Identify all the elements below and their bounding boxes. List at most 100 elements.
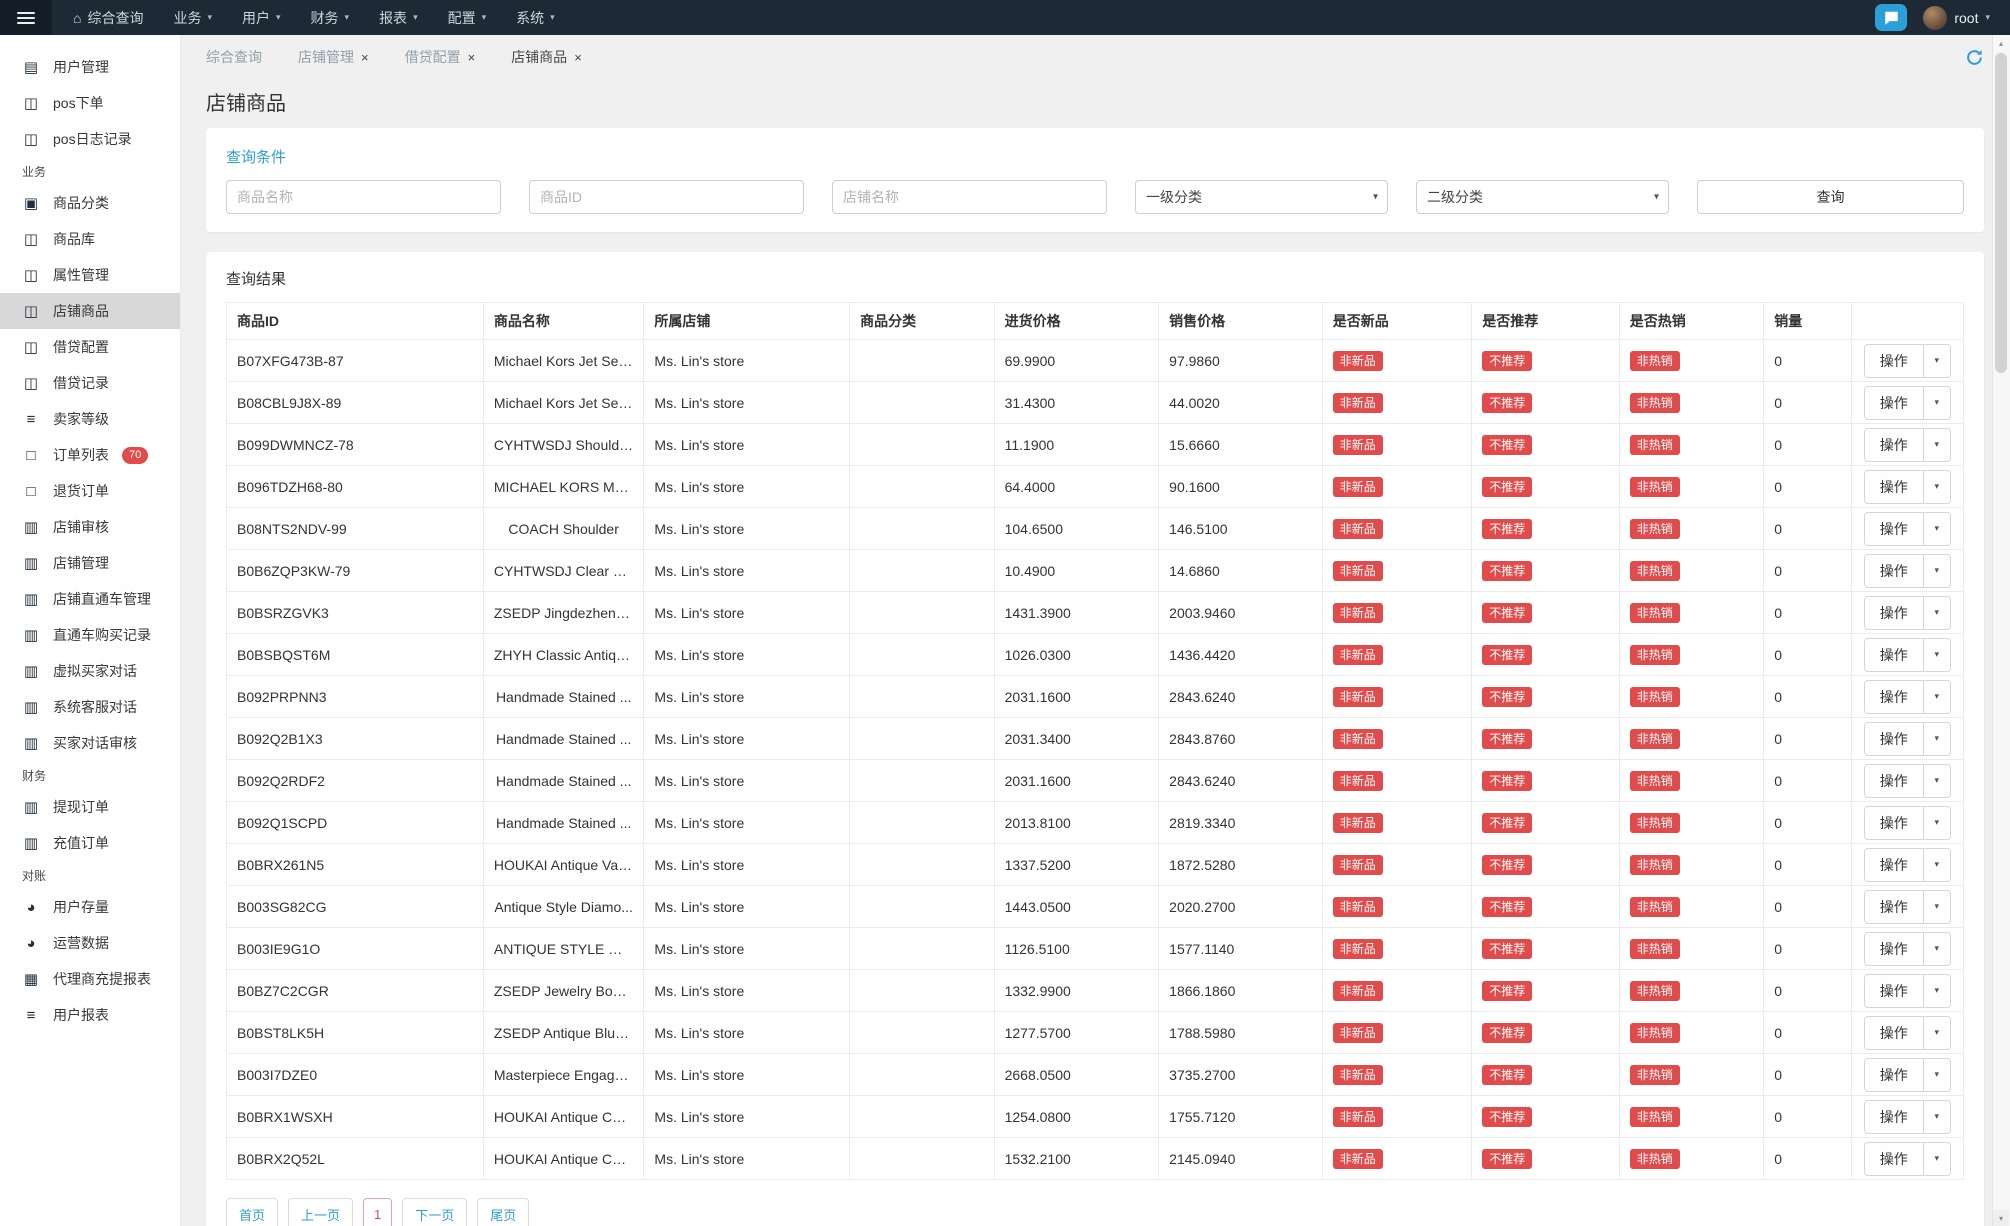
action-button[interactable]: 操作▾: [1864, 806, 1951, 840]
action-dropdown-toggle[interactable]: ▾: [1923, 765, 1950, 797]
category-level1-select-control[interactable]: 一级分类: [1135, 180, 1388, 214]
tab-loan-config[interactable]: 借贷配置×: [405, 47, 476, 67]
sidebar-item-virtual-buyer-chat[interactable]: ▥虚拟买家对话: [0, 653, 180, 689]
action-button[interactable]: 操作▾: [1864, 512, 1951, 546]
sidebar-toggle-button[interactable]: [0, 0, 52, 35]
action-button[interactable]: 操作▾: [1864, 890, 1951, 924]
query-button[interactable]: 查询: [1697, 180, 1964, 214]
nav-item-config[interactable]: 配置▾: [433, 0, 502, 35]
pagination-next[interactable]: 下一页: [402, 1198, 467, 1226]
action-dropdown-toggle[interactable]: ▾: [1923, 387, 1950, 419]
sidebar-item-attribute-management[interactable]: ◫属性管理: [0, 257, 180, 293]
action-button[interactable]: 操作▾: [1864, 932, 1951, 966]
action-button[interactable]: 操作▾: [1864, 1100, 1951, 1134]
sidebar-item-shop-train-management[interactable]: ▥店铺直通车管理: [0, 581, 180, 617]
user-menu[interactable]: root ▾: [1923, 6, 1990, 30]
action-button[interactable]: 操作▾: [1864, 1142, 1951, 1176]
action-button[interactable]: 操作▾: [1864, 386, 1951, 420]
sidebar-item-shop-review[interactable]: ▥店铺审核: [0, 509, 180, 545]
action-dropdown-toggle[interactable]: ▾: [1923, 933, 1950, 965]
nav-item-users[interactable]: 用户▾: [227, 0, 296, 35]
category-level2-select[interactable]: 二级分类▾: [1416, 180, 1669, 214]
sidebar-item-shop-management[interactable]: ▥店铺管理: [0, 545, 180, 581]
action-dropdown-toggle[interactable]: ▾: [1923, 513, 1950, 545]
sidebar-item-agent-report[interactable]: ▦代理商充提报表: [0, 961, 180, 997]
close-icon[interactable]: ×: [574, 51, 582, 64]
nav-item-reports[interactable]: 报表▾: [364, 0, 433, 35]
nav-item-business[interactable]: 业务▾: [158, 0, 227, 35]
sidebar-item-pos-order[interactable]: ◫pos下单: [0, 85, 180, 121]
product-id-input[interactable]: [529, 180, 804, 214]
sidebar-item-system-service-chat[interactable]: ▥系统客服对话: [0, 689, 180, 725]
action-dropdown-toggle[interactable]: ▾: [1923, 1101, 1950, 1133]
sidebar-item-loan-record[interactable]: ◫借贷记录: [0, 365, 180, 401]
sidebar-item-operation-data[interactable]: ◕运营数据: [0, 925, 180, 961]
action-button[interactable]: 操作▾: [1864, 428, 1951, 462]
action-dropdown-toggle[interactable]: ▾: [1923, 345, 1950, 377]
action-dropdown-toggle[interactable]: ▾: [1923, 1017, 1950, 1049]
pagination-prev[interactable]: 上一页: [288, 1198, 353, 1226]
sidebar-item-recharge-order[interactable]: ▥充值订单: [0, 825, 180, 861]
sidebar-item-pos-log[interactable]: ◫pos日志记录: [0, 121, 180, 157]
sidebar-item-user-report[interactable]: ≡用户报表: [0, 997, 180, 1033]
action-button[interactable]: 操作▾: [1864, 1058, 1951, 1092]
sidebar-item-loan-config[interactable]: ◫借贷配置: [0, 329, 180, 365]
sidebar-item-user-stock[interactable]: ◕用户存量: [0, 889, 180, 925]
action-button[interactable]: 操作▾: [1864, 470, 1951, 504]
category-level1-select[interactable]: 一级分类▾: [1135, 180, 1388, 214]
refresh-button[interactable]: [1965, 48, 1984, 67]
action-dropdown-toggle[interactable]: ▾: [1923, 807, 1950, 839]
action-button[interactable]: 操作▾: [1864, 638, 1951, 672]
sidebar-item-return-order[interactable]: □退货订单: [0, 473, 180, 509]
action-dropdown-toggle[interactable]: ▾: [1923, 1143, 1950, 1175]
action-dropdown-toggle[interactable]: ▾: [1923, 681, 1950, 713]
action-button[interactable]: 操作▾: [1864, 764, 1951, 798]
action-dropdown-toggle[interactable]: ▾: [1923, 639, 1950, 671]
messages-button[interactable]: [1875, 4, 1907, 31]
tab-shop-management[interactable]: 店铺管理×: [298, 47, 369, 67]
action-dropdown-toggle[interactable]: ▾: [1923, 597, 1950, 629]
action-button[interactable]: 操作▾: [1864, 596, 1951, 630]
store-name-input[interactable]: [832, 180, 1107, 214]
sidebar-item-withdraw-order[interactable]: ▥提现订单: [0, 789, 180, 825]
action-dropdown-toggle[interactable]: ▾: [1923, 429, 1950, 461]
pagination-last[interactable]: 尾页: [477, 1198, 529, 1226]
action-button[interactable]: 操作▾: [1864, 344, 1951, 378]
nav-item-finance[interactable]: 财务▾: [296, 0, 365, 35]
sidebar-item-product-library[interactable]: ◫商品库: [0, 221, 180, 257]
sidebar-item-user-management[interactable]: ▤用户管理: [0, 49, 180, 85]
action-button[interactable]: 操作▾: [1864, 974, 1951, 1008]
action-dropdown-toggle[interactable]: ▾: [1923, 975, 1950, 1007]
tab-shop-product[interactable]: 店铺商品×: [511, 47, 582, 67]
sidebar-item-shop-product[interactable]: ◫店铺商品: [0, 293, 180, 329]
action-button[interactable]: 操作▾: [1864, 1016, 1951, 1050]
pagination-first[interactable]: 首页: [226, 1198, 278, 1226]
vertical-scrollbar[interactable]: ▴ ▾: [1992, 35, 2010, 1226]
scrollbar-up-icon[interactable]: ▴: [1993, 35, 2009, 51]
action-button[interactable]: 操作▾: [1864, 848, 1951, 882]
scrollbar-down-icon[interactable]: ▾: [1993, 1210, 2009, 1226]
close-icon[interactable]: ×: [361, 51, 369, 64]
action-button[interactable]: 操作▾: [1864, 554, 1951, 588]
tab-overview[interactable]: 综合查询: [206, 47, 262, 67]
sidebar-item-order-list[interactable]: □订单列表70: [0, 437, 180, 473]
close-icon[interactable]: ×: [468, 51, 476, 64]
category-level2-select-control[interactable]: 二级分类: [1416, 180, 1669, 214]
sidebar-item-product-category[interactable]: ▣商品分类: [0, 185, 180, 221]
nav-item-system[interactable]: 系统▾: [501, 0, 570, 35]
action-dropdown-toggle[interactable]: ▾: [1923, 471, 1950, 503]
pagination-page-1[interactable]: 1: [363, 1198, 392, 1226]
sidebar-item-train-purchase-record[interactable]: ▥直通车购买记录: [0, 617, 180, 653]
sidebar-item-buyer-chat-review[interactable]: ▥买家对话审核: [0, 725, 180, 761]
action-dropdown-toggle[interactable]: ▾: [1923, 1059, 1950, 1091]
action-button[interactable]: 操作▾: [1864, 680, 1951, 714]
sidebar-item-seller-level[interactable]: ≡卖家等级: [0, 401, 180, 437]
action-button[interactable]: 操作▾: [1864, 722, 1951, 756]
scrollbar-thumb[interactable]: [1995, 53, 2007, 373]
action-dropdown-toggle[interactable]: ▾: [1923, 723, 1950, 755]
product-name-input[interactable]: [226, 180, 501, 214]
nav-item-overview[interactable]: ⌂综合查询: [58, 0, 158, 35]
action-dropdown-toggle[interactable]: ▾: [1923, 555, 1950, 587]
action-dropdown-toggle[interactable]: ▾: [1923, 849, 1950, 881]
action-dropdown-toggle[interactable]: ▾: [1923, 891, 1950, 923]
